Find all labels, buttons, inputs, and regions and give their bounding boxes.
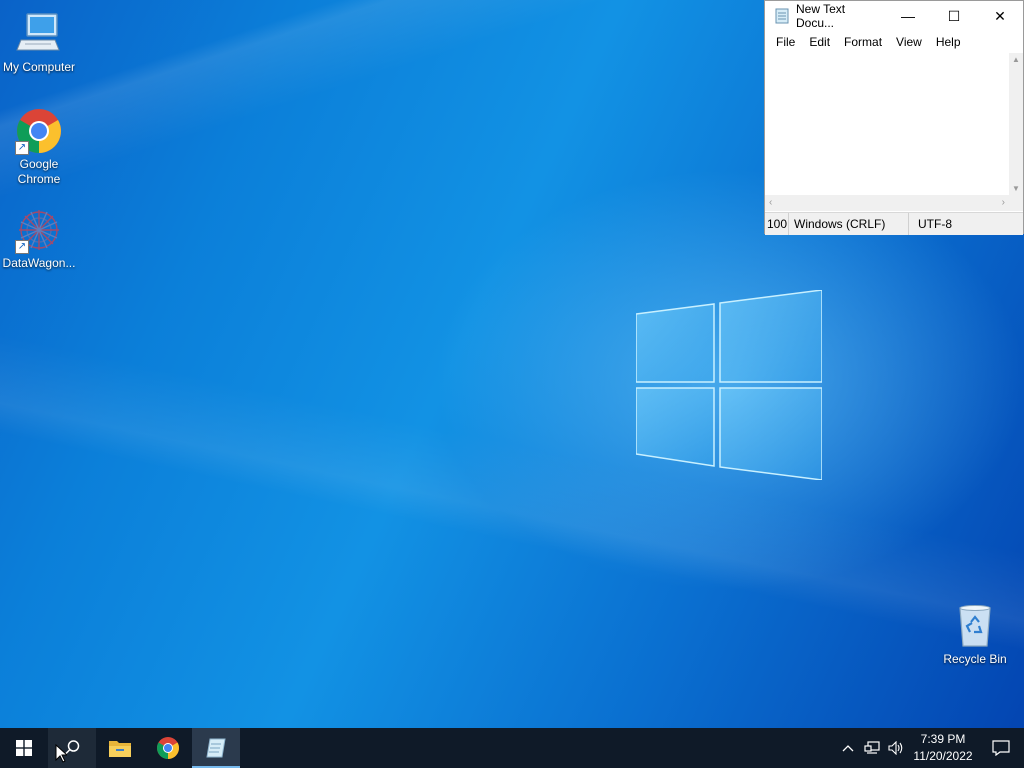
desktop-icon-label: Recycle Bin <box>943 652 1007 666</box>
shortcut-arrow-icon: ↗ <box>15 141 29 155</box>
action-center-button[interactable] <box>978 728 1024 768</box>
status-encoding: UTF-8 <box>918 217 952 231</box>
desktop-icon-my-computer[interactable]: My Computer <box>0 10 78 75</box>
status-line-ending: Windows (CRLF) <box>789 213 909 235</box>
clock[interactable]: 7:39 PM 11/20/2022 <box>908 731 978 765</box>
taskbar-file-explorer[interactable] <box>96 728 144 768</box>
folder-icon <box>109 741 131 757</box>
text-editor-area[interactable] <box>765 53 1011 195</box>
system-tray: 7:39 PM 11/20/2022 <box>836 728 1024 768</box>
scroll-left-icon[interactable]: ‹ <box>769 197 772 208</box>
minimize-button[interactable]: — <box>885 1 931 31</box>
scroll-down-icon[interactable]: ▼ <box>1012 184 1020 193</box>
taskbar-google-chrome[interactable] <box>144 728 192 768</box>
menu-file[interactable]: File <box>769 35 802 49</box>
network-icon[interactable] <box>860 728 884 768</box>
windows-logo-wallpaper <box>636 290 822 480</box>
scroll-right-icon[interactable]: › <box>1002 197 1005 208</box>
status-zoom: 100 <box>765 213 789 235</box>
windows-start-icon <box>16 740 32 756</box>
scroll-up-icon[interactable]: ▲ <box>1012 55 1020 64</box>
volume-icon[interactable] <box>884 728 908 768</box>
notepad-window[interactable]: New Text Docu... — ☐ ✕ File Edit Format … <box>764 0 1024 235</box>
status-bar: 100 Windows (CRLF) UTF-8 <box>765 212 1023 235</box>
notification-icon <box>992 740 1010 756</box>
shortcut-arrow-icon: ↗ <box>15 240 29 254</box>
vertical-scrollbar[interactable]: ▲ ▼ <box>1009 53 1023 195</box>
chrome-icon <box>157 737 179 759</box>
taskbar-notepad[interactable] <box>192 728 240 768</box>
desktop-icon-label: DataWagon... <box>2 256 76 270</box>
menu-edit[interactable]: Edit <box>802 35 837 49</box>
menu-view[interactable]: View <box>889 35 929 49</box>
mouse-cursor-icon <box>55 744 67 763</box>
datawagon-icon: ↗ <box>15 206 63 254</box>
horizontal-scrollbar[interactable]: ‹ › <box>765 195 1023 211</box>
notepad-icon <box>206 738 226 758</box>
desktop-icon-google-chrome[interactable]: ↗ Google Chrome <box>0 107 78 187</box>
desktop-icon-label: My Computer <box>2 60 76 74</box>
computer-icon <box>15 10 63 58</box>
close-button[interactable]: ✕ <box>977 1 1023 31</box>
menu-bar: File Edit Format View Help <box>765 31 1023 53</box>
start-button[interactable] <box>0 728 48 768</box>
recycle-bin-icon <box>951 602 999 650</box>
menu-help[interactable]: Help <box>929 35 968 49</box>
desktop-icon-recycle-bin[interactable]: Recycle Bin <box>936 602 1014 667</box>
desktop-icon-datawagon[interactable]: ↗ DataWagon... <box>0 206 78 271</box>
window-title: New Text Docu... <box>796 2 846 30</box>
clock-date: 11/20/2022 <box>913 749 973 763</box>
clock-time: 7:39 PM <box>920 732 966 746</box>
taskbar: 7:39 PM 11/20/2022 <box>0 728 1024 768</box>
notepad-icon <box>775 8 789 24</box>
maximize-button[interactable]: ☐ <box>931 1 977 31</box>
chrome-icon: ↗ <box>15 107 63 155</box>
chevron-up-icon[interactable] <box>836 728 860 768</box>
menu-format[interactable]: Format <box>837 35 889 49</box>
desktop-icon-label: Google Chrome <box>17 157 61 186</box>
notepad-title-bar[interactable]: New Text Docu... — ☐ ✕ <box>765 1 1023 31</box>
